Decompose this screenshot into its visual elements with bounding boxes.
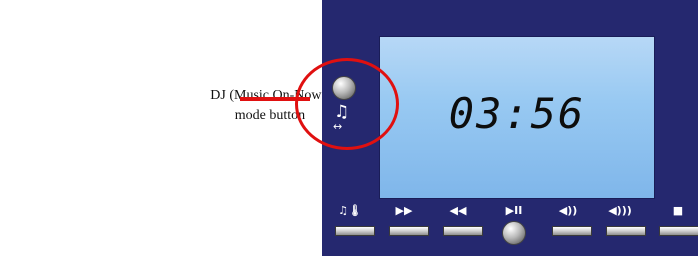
highlight-circle (295, 58, 399, 150)
stop-icon: ■ (672, 204, 684, 217)
music-temp-button[interactable] (335, 226, 375, 236)
volume-up-icon: ◀))) (608, 204, 632, 217)
music-thermometer-icon: ♫🌡 (338, 204, 362, 217)
volume-up-button[interactable] (606, 226, 646, 236)
rewind-icon: ◀◀ (449, 204, 467, 217)
play-pause-icon: ▶II (505, 204, 523, 217)
forward-button[interactable] (389, 226, 429, 236)
volume-down-button[interactable] (552, 226, 592, 236)
volume-down-icon: ◀)) (558, 204, 578, 217)
stop-button[interactable] (659, 226, 698, 236)
fast-forward-icon: ▶▶ (395, 204, 413, 217)
rewind-button[interactable] (443, 226, 483, 236)
time-readout: 03:56 (448, 89, 586, 138)
lcd-display: 03:56 (379, 36, 655, 199)
play-pause-button[interactable] (502, 221, 526, 245)
